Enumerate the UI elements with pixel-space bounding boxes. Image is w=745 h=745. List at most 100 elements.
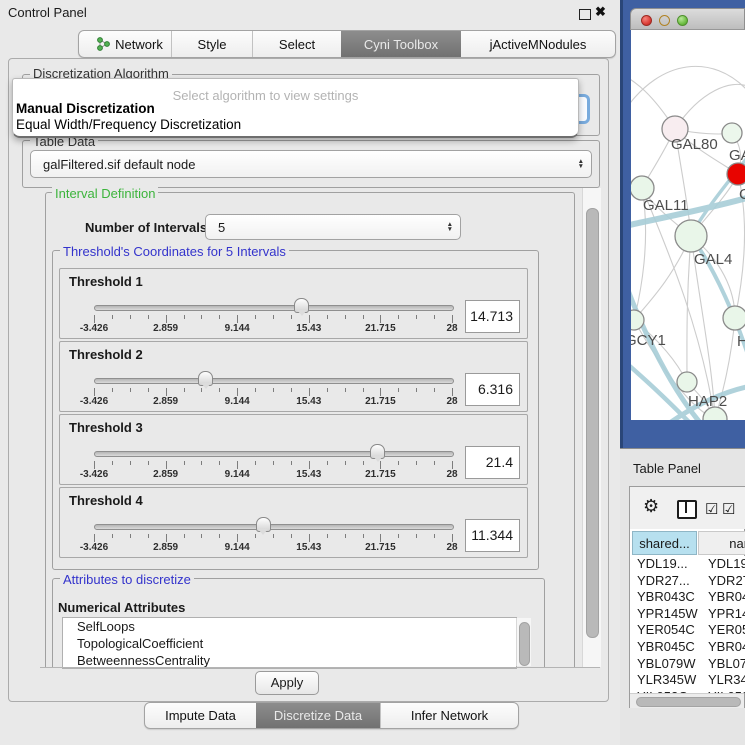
table-rows[interactable]: YDL19...YDL19...YDR27...YDR27...YBR043CY… (632, 556, 745, 693)
checkbox-icon[interactable]: ☑ (722, 500, 735, 518)
slider-track[interactable] (94, 378, 454, 384)
slider-tick-label: -3.426 (64, 542, 124, 553)
slider-tick (363, 315, 364, 319)
numerical-attributes-list[interactable]: SelfLoopsTopologicalCoefficientBetweenne… (62, 617, 517, 669)
table-row[interactable]: YBL079WYBL079W (632, 656, 745, 673)
table-row[interactable]: YLR345WYLR345W (632, 672, 745, 689)
slider-tick (255, 461, 256, 465)
cell-shared-name: YER054C (632, 622, 701, 639)
slider-tick (327, 315, 328, 319)
thresholds-groupbox: Threshold 1-3.4262.8599.14415.4321.71528… (52, 250, 539, 570)
table-row[interactable]: YPR145WYPR145W (632, 606, 745, 623)
slider-tick (416, 388, 417, 392)
tab-jactivemnodules[interactable]: jActiveMNodules (461, 31, 615, 57)
slider-tick (148, 388, 149, 392)
threshold-value-field[interactable]: 21.4 (465, 446, 520, 479)
gear-icon[interactable]: ⚙ (643, 496, 659, 517)
slider-tick (434, 388, 435, 392)
apply-button[interactable]: Apply (255, 671, 319, 695)
network-window-titlebar[interactable] (630, 8, 745, 30)
tab-impute-data[interactable]: Impute Data (145, 703, 256, 728)
panel-scrollbar-thumb[interactable] (586, 208, 599, 638)
cell-name: YDL19... (701, 556, 745, 573)
slider-track[interactable] (94, 524, 454, 530)
slider-thumb[interactable] (294, 298, 309, 313)
slider-tick (309, 461, 310, 469)
slider-tick (345, 534, 346, 538)
table-row[interactable]: YDL19...YDL19... (632, 556, 745, 573)
column-header-name[interactable]: name (698, 531, 745, 555)
network-node[interactable] (722, 123, 742, 143)
close-traffic-icon[interactable] (641, 15, 652, 26)
tab-network[interactable]: Network (79, 31, 171, 57)
cell-name: YBR043C (701, 589, 745, 606)
slider-tick (273, 388, 274, 392)
slider-tick (237, 315, 238, 323)
zoom-traffic-icon[interactable] (677, 15, 688, 26)
network-node[interactable] (677, 372, 697, 392)
columns-icon[interactable] (677, 500, 697, 519)
top-tabstrip: Network Style Select Cyni Toolbox jActiv… (78, 30, 616, 58)
table-hscrollbar-thumb[interactable] (636, 697, 741, 707)
dropdown-item-manual-discretization[interactable]: Manual Discretization (15, 101, 155, 116)
table-row[interactable]: YDR27...YDR27... (632, 573, 745, 590)
table-hscrollbar[interactable] (630, 693, 744, 708)
table-data-combobox[interactable]: galFiltered.sif default node ▲▼ (30, 150, 592, 178)
tab-discretize-data[interactable]: Discretize Data (256, 703, 380, 728)
node-label: GA (729, 147, 745, 164)
slider-tick (166, 315, 167, 323)
slider-thumb[interactable] (370, 444, 385, 459)
slider-tick (148, 315, 149, 319)
slider-tick (291, 534, 292, 538)
node-label: H (737, 333, 745, 350)
slider-tick (255, 315, 256, 319)
combo-stepper-icon: ▲▼ (578, 159, 591, 169)
tab-style[interactable]: Style (171, 31, 252, 57)
table-row[interactable]: YER054CYER054C (632, 622, 745, 639)
dropdown-item-equal-width-frequency[interactable]: Equal Width/Frequency Discretization (15, 117, 241, 132)
cell-name: YPR145W (701, 606, 745, 623)
checkbox-icon[interactable]: ☑ (705, 500, 718, 518)
tab-select[interactable]: Select (252, 31, 341, 57)
threshold-value-field[interactable]: 14.713 (465, 300, 520, 333)
slider-tick (416, 315, 417, 319)
slider-track[interactable] (94, 305, 454, 311)
slider-tick (237, 388, 238, 396)
table-row[interactable]: YBR045CYBR045C (632, 639, 745, 656)
slider-tick-label: -3.426 (64, 323, 124, 334)
minimize-traffic-icon[interactable] (659, 15, 670, 26)
slider-tick (345, 461, 346, 465)
threshold-label: Threshold 1 (69, 274, 143, 289)
viewport-divider (40, 667, 600, 668)
close-icon[interactable]: ✖ (595, 4, 606, 20)
attribute-list-item[interactable]: TopologicalCoefficient (63, 635, 516, 652)
number-of-intervals-combobox[interactable]: 5 ▲▼ (205, 214, 461, 240)
network-node[interactable] (723, 306, 745, 330)
table-row[interactable]: YBR043CYBR043C (632, 589, 745, 606)
attribute-list-item[interactable]: SelfLoops (63, 618, 516, 635)
attributes-scrollbar-thumb[interactable] (519, 622, 530, 666)
cell-shared-name: YDR27... (632, 573, 701, 590)
slider-thumb[interactable] (198, 371, 213, 386)
slider-tick (398, 388, 399, 392)
slider-tick (219, 534, 220, 538)
slider-tick-label: 21.715 (350, 323, 410, 334)
slider-tick (398, 461, 399, 465)
slider-thumb[interactable] (256, 517, 271, 532)
network-node[interactable] (675, 220, 707, 252)
slider-tick (452, 461, 453, 469)
threshold-value-field[interactable]: 6.316 (465, 373, 520, 406)
threshold-value-field[interactable]: 11.344 (465, 519, 520, 552)
column-header-shared-name[interactable]: shared... (632, 531, 697, 555)
cell-name: YBL079W (701, 656, 745, 673)
panel-scrollbar[interactable] (582, 188, 601, 667)
slider-track[interactable] (94, 451, 454, 457)
slider-tick (327, 534, 328, 538)
attributes-scrollbar[interactable] (516, 618, 531, 666)
tab-cyni-toolbox[interactable]: Cyni Toolbox (341, 31, 461, 57)
network-node[interactable] (727, 163, 745, 185)
network-canvas[interactable]: GAL80GACGAL11GAL4GCY1HHAP2 (631, 30, 745, 420)
tab-infer-network[interactable]: Infer Network (380, 703, 518, 728)
thresholds-group-title: Threshold's Coordinates for 5 Intervals (60, 244, 289, 259)
float-window-icon[interactable] (579, 9, 591, 20)
